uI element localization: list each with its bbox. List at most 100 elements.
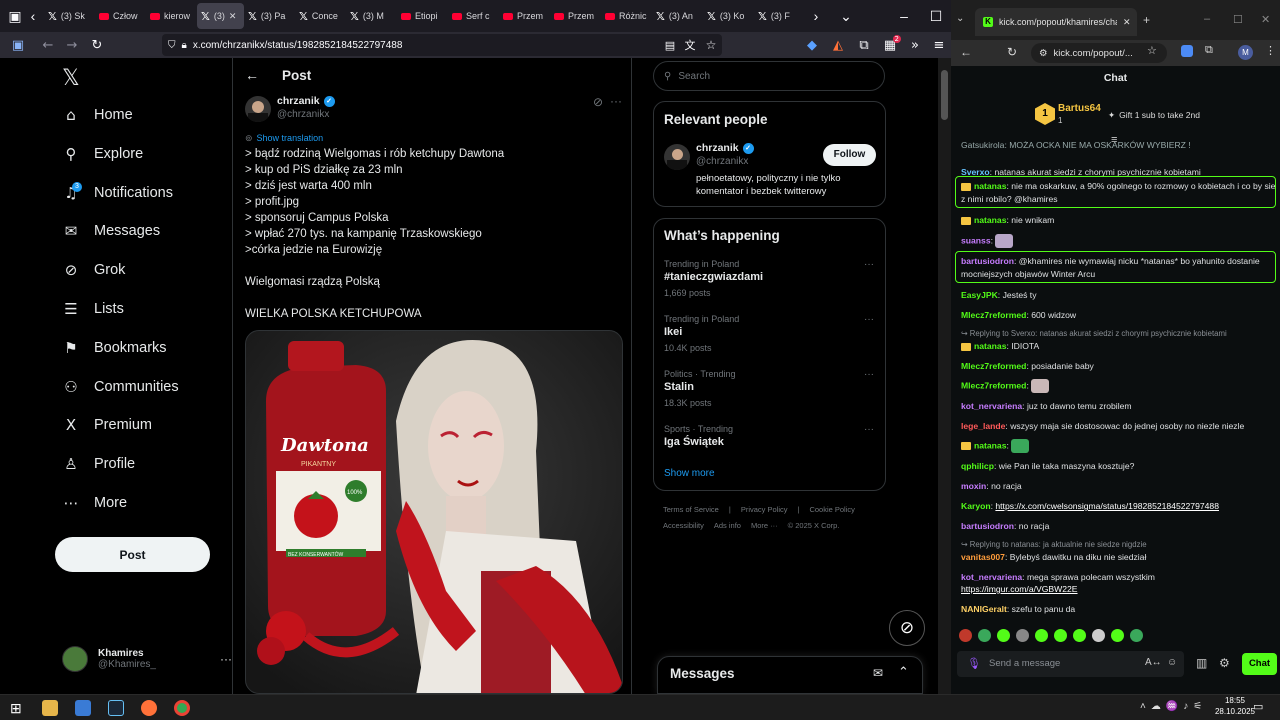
imgur-link[interactable]: https://imgur.com/a/VGBW22E: [961, 584, 1078, 594]
chat-username[interactable]: bartusiodron: [961, 256, 1014, 266]
kick-tab[interactable]: K kick.com/popout/khamires/cha ✕: [975, 8, 1137, 36]
chat-message[interactable]: natanas: nie wnikam: [961, 214, 1277, 227]
vpn-icon[interactable]: ◆: [799, 38, 825, 53]
trend-more-icon[interactable]: ···: [864, 314, 874, 325]
quick-emote-icon[interactable]: [997, 629, 1010, 642]
author-avatar[interactable]: [245, 96, 271, 122]
chat-username[interactable]: Mlecz7reformed: [961, 361, 1026, 371]
nav-item-premium[interactable]: X Premium: [62, 416, 152, 434]
close-tab-icon[interactable]: ✕: [1123, 17, 1131, 28]
store-icon[interactable]: ▥: [1196, 656, 1207, 670]
nav-item-explore[interactable]: ⚲ Explore: [62, 145, 144, 163]
browser-tab[interactable]: Przem: [550, 3, 601, 29]
quick-emote-icon[interactable]: [1092, 629, 1105, 642]
chat-username[interactable]: natanas: [974, 181, 1006, 191]
post-more-icon[interactable]: ···: [610, 94, 622, 108]
chat-username[interactable]: kot_nervariena: [961, 572, 1022, 582]
post-image[interactable]: Dawtona PIKANTNY 100% BEZ KONSERWANTÓW: [245, 330, 623, 694]
gift-sub-prompt[interactable]: ✦ Gift 1 sub to take 2nd: [1108, 110, 1200, 121]
author-name[interactable]: chrzanik: [277, 95, 320, 107]
back-icon[interactable]: ←: [36, 38, 60, 53]
maximize-icon[interactable]: ☐: [1233, 13, 1243, 26]
show-more-link[interactable]: Show more: [664, 468, 715, 479]
start-icon[interactable]: ⊞: [10, 700, 26, 716]
chat-message[interactable]: moxin: no racja: [961, 480, 1277, 493]
chat-message[interactable]: natanas: nie ma oskarkuw, a 90% ogolnego…: [961, 180, 1277, 206]
extensions-icon[interactable]: ⧉: [851, 38, 877, 53]
footer-link[interactable]: Privacy Policy: [741, 505, 788, 514]
messages-drawer[interactable]: Messages ✉ ⌃: [657, 656, 923, 694]
url-text[interactable]: x.com/chrzanikx/status/19828521845227974…: [193, 40, 403, 51]
reply-line[interactable]: ↪ Replying to Sverxo: natanas akurat sie…: [961, 329, 1227, 338]
chat-username[interactable]: kot_nervariena: [961, 401, 1022, 411]
chevron-down-icon[interactable]: ⌄: [835, 8, 857, 25]
browser-tab[interactable]: 𝕏 (3) Ko: [703, 3, 754, 29]
send-chat-button[interactable]: Chat: [1242, 653, 1277, 675]
chat-message[interactable]: Mlecz7reformed:: [961, 379, 1277, 393]
chat-username[interactable]: suanss: [961, 235, 991, 245]
chat-username[interactable]: NANIGeralt: [961, 604, 1007, 614]
scroll-thumb[interactable]: [941, 70, 948, 120]
footer-link[interactable]: More ···: [751, 521, 778, 530]
microphone-icon[interactable]: 🎙︎: [967, 657, 981, 670]
site-info-icon[interactable]: ⚙: [1039, 48, 1048, 59]
trend-item[interactable]: Trending in Poland #tanieczgwiazdami 1,669…: [664, 259, 874, 298]
grok-explain-icon[interactable]: ⊘: [593, 95, 603, 109]
chat-username[interactable]: Karyon: [961, 501, 991, 511]
new-tab-icon[interactable]: +: [1143, 13, 1150, 27]
extension-fox-icon[interactable]: ◭: [825, 38, 851, 53]
chat-username[interactable]: natanas: [974, 440, 1006, 450]
gifter-name[interactable]: Bartus64: [1058, 103, 1101, 114]
trend-item[interactable]: Sports · Trending Iga Świątek ···: [664, 424, 874, 453]
overflow-chevron-icon[interactable]: »: [903, 38, 927, 53]
browser-tab[interactable]: Przem: [499, 3, 550, 29]
chrome-icon[interactable]: [174, 700, 190, 716]
relevant-handle[interactable]: @chrzanikx: [696, 156, 748, 167]
chat-message[interactable]: natanas:: [961, 439, 1277, 453]
bookmark-star-icon[interactable]: ☆: [1147, 44, 1157, 57]
browser-tab[interactable]: 𝕏 (3) An: [652, 3, 703, 29]
browser-tab[interactable]: 𝕏 Conce: [295, 3, 346, 29]
browser-tab[interactable]: Człow: [95, 3, 146, 29]
tab-search-icon[interactable]: ⌄: [956, 13, 964, 24]
post-button[interactable]: Post: [55, 537, 210, 572]
browser-tab[interactable]: kierow: [146, 3, 197, 29]
scroll-tabs-left-icon[interactable]: ‹: [22, 8, 44, 24]
chat-username[interactable]: vanitas007: [961, 552, 1005, 562]
footer-link[interactable]: Cookie Policy: [809, 505, 854, 514]
reload-icon[interactable]: ↻: [1007, 45, 1017, 59]
scroll-tabs-right-icon[interactable]: ›: [805, 8, 827, 24]
nav-item-messages[interactable]: ✉ Messages: [62, 222, 160, 240]
reader-view-icon[interactable]: ▤: [660, 39, 680, 52]
profile-avatar[interactable]: M: [1238, 45, 1253, 60]
back-icon[interactable]: ←: [960, 45, 972, 59]
new-message-icon[interactable]: ✉: [873, 666, 883, 680]
author-name-row[interactable]: chrzanik ✓: [277, 95, 335, 107]
steam-icon[interactable]: [108, 700, 124, 716]
chat-input[interactable]: 🎙︎ Send a message A↔ ☺: [957, 651, 1184, 677]
trend-item[interactable]: Politics · Trending Stalin 18.3K posts ···: [664, 369, 874, 408]
chat-username[interactable]: natanas: [974, 341, 1006, 351]
browser-tab[interactable]: Etiopi: [397, 3, 448, 29]
url-bar[interactable]: ⛉ 🔒︎ x.com/chrzanikx/status/198285218452…: [162, 34, 722, 56]
relevant-avatar[interactable]: [664, 144, 690, 170]
account-switcher[interactable]: Khamires @Khamires_ ···: [62, 646, 232, 672]
chat-username[interactable]: Mlecz7reformed: [961, 310, 1026, 320]
maximize-icon[interactable]: ☐: [925, 8, 947, 25]
chat-message[interactable]: NANIGeralt: szefu to panu da: [961, 603, 1277, 616]
back-arrow-icon[interactable]: ←: [245, 67, 259, 83]
sidebar-icon[interactable]: ▣: [0, 38, 36, 53]
bookmark-star-icon[interactable]: ☆: [700, 38, 722, 52]
chat-text[interactable]: https://x.com/cwelsonsigma/status/198285…: [995, 501, 1219, 511]
grok-fab-icon[interactable]: ⊘: [889, 610, 925, 646]
relevant-name-row[interactable]: chrzanik ✓: [696, 142, 754, 154]
nav-item-more[interactable]: ⋯ More: [62, 494, 128, 512]
chat-message[interactable]: kot_nervariena: mega sprawa polecam wszy…: [961, 571, 1277, 584]
quick-emote-icon[interactable]: [1054, 629, 1067, 642]
browser-tab[interactable]: 𝕏 (3) F: [754, 3, 805, 29]
chat-message[interactable]: vanitas007: Bylebyś dawitku na diku nie …: [961, 551, 1277, 564]
minimize-icon[interactable]: –: [1204, 13, 1210, 25]
forward-icon[interactable]: →: [60, 38, 84, 53]
firefox-icon[interactable]: [141, 700, 157, 716]
trend-more-icon[interactable]: ···: [864, 259, 874, 270]
